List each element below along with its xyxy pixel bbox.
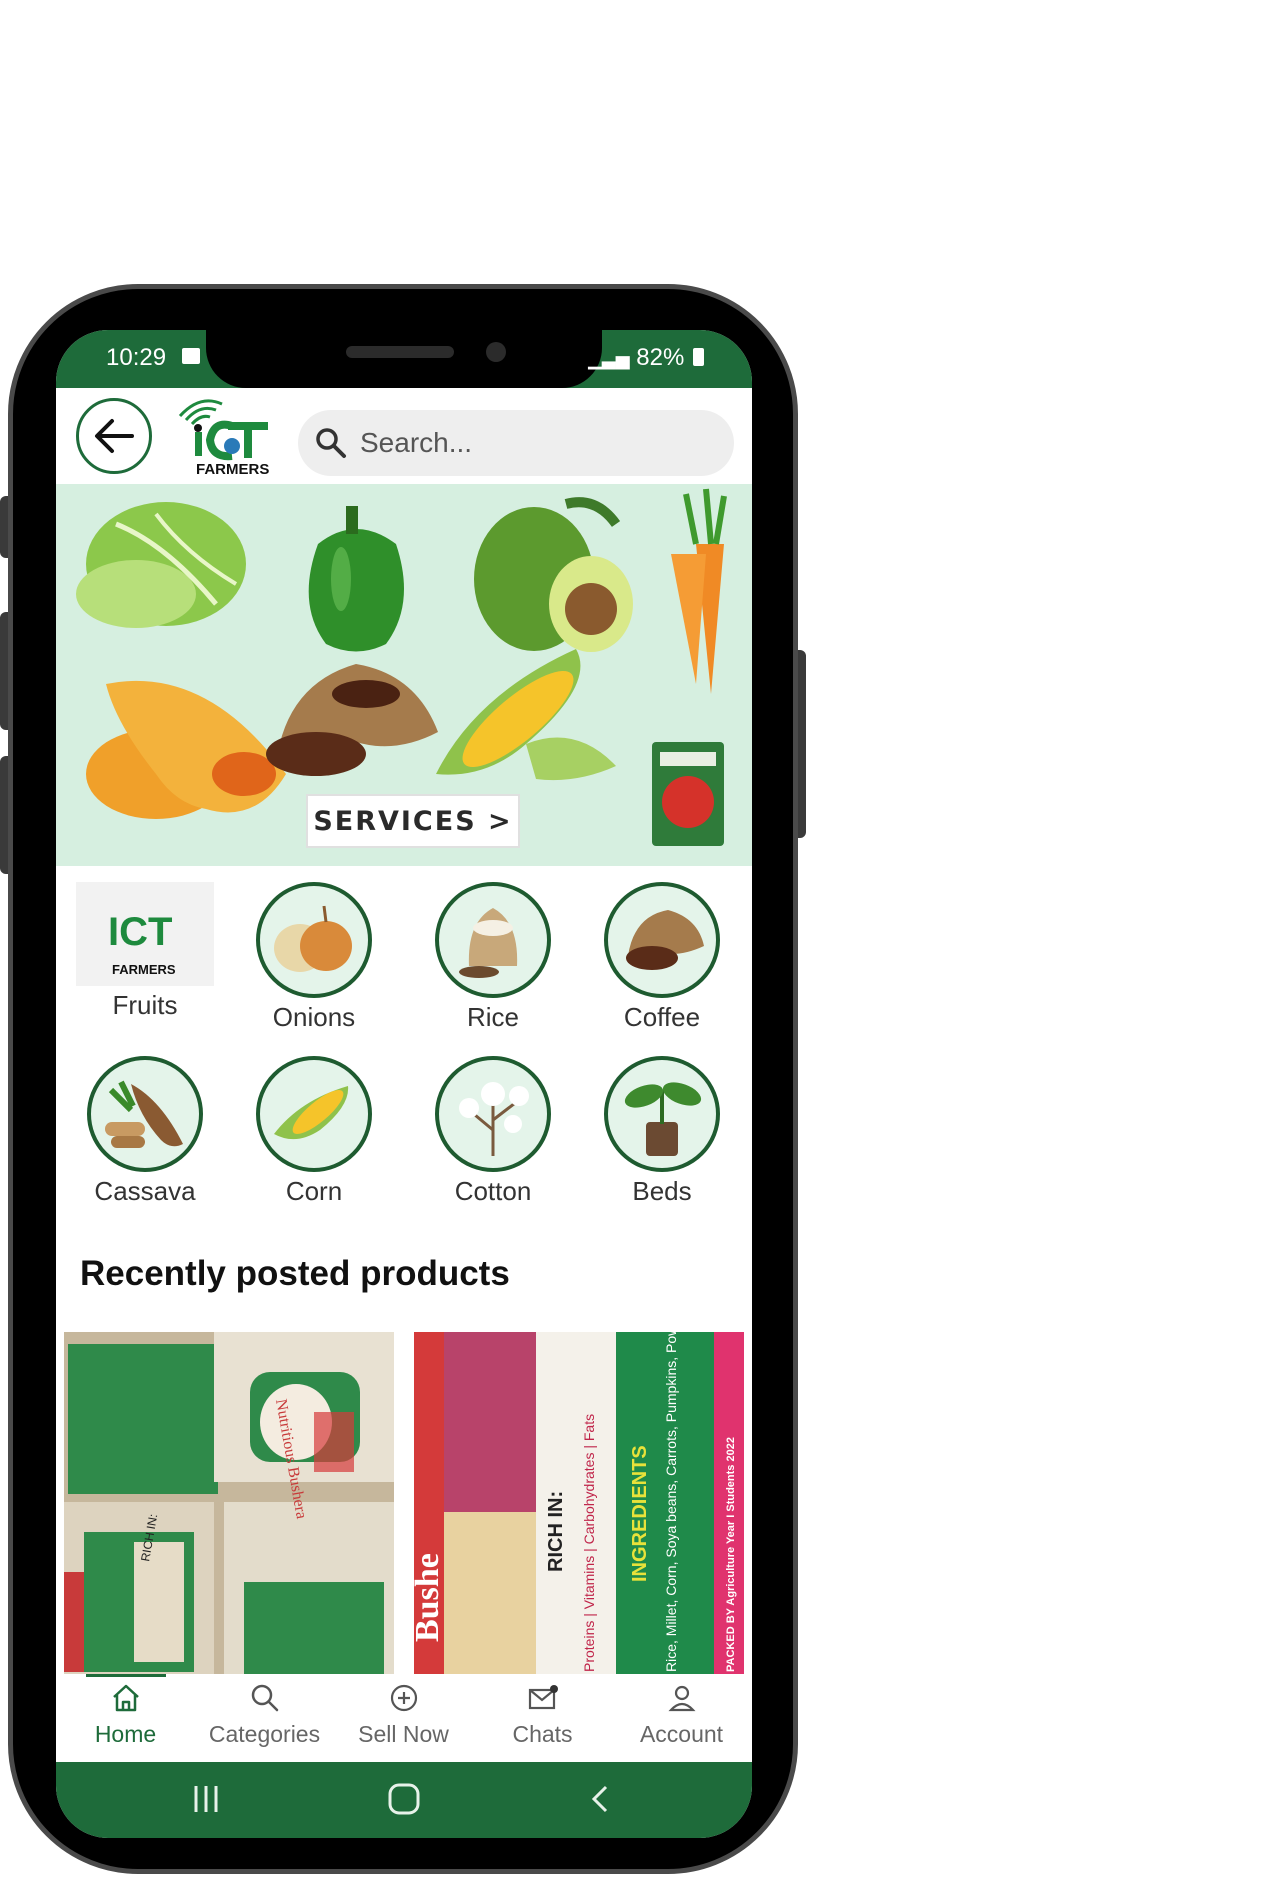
cassava-icon	[87, 1056, 203, 1172]
category-label: Beds	[632, 1176, 692, 1206]
nav-label: Categories	[208, 1721, 321, 1747]
cotton-icon	[435, 1056, 551, 1172]
product-2-ingredients-title: INGREDIENTS	[629, 1445, 651, 1582]
battery-percent: 82%	[636, 344, 685, 371]
gallery-notification-icon	[182, 348, 200, 364]
product-2-ingredients-text: Rice, Millet, Corn, Soya beans, Carrots,…	[663, 1332, 679, 1672]
rice-icon	[435, 882, 551, 998]
category-label: Rice	[466, 1002, 519, 1032]
app-header: FARMERS Search...	[56, 388, 752, 484]
nav-label: Sell Now	[358, 1721, 449, 1747]
mail-icon	[528, 1685, 558, 1710]
onions-illustration	[274, 905, 352, 972]
onions-icon	[256, 882, 372, 998]
nav-label: Account	[639, 1721, 724, 1747]
status-right: ▁▃▅ 82%	[588, 344, 704, 372]
category-label: Onions	[272, 1002, 356, 1032]
product-card[interactable]: Bushe RICH IN: Proteins | Vitamins | Car…	[414, 1332, 744, 1674]
nav-categories[interactable]: Categories	[195, 1682, 334, 1748]
category-label: Cotton	[454, 1176, 532, 1206]
seedling-bag-icon	[604, 1056, 720, 1172]
recent-products-heading: Recently posted products	[80, 1254, 510, 1293]
services-banner[interactable]: SERVICES >	[56, 484, 752, 866]
category-label: Fruits	[112, 990, 178, 1020]
search-icon	[251, 1684, 278, 1712]
product-2-packed-by-text: PACKED BY Agriculture Year I Students 20…	[725, 1437, 737, 1672]
app-screen: 10:29 ▁▃▅ 82% FARMERS Search... SERVICES…	[56, 330, 752, 1838]
category-label: Cassava	[94, 1176, 196, 1206]
logo-farmers-text: FARMERS	[196, 461, 269, 478]
category-cotton[interactable]: Cotton	[404, 1056, 582, 1207]
product-image: Bushe RICH IN: Proteins | Vitamins | Car…	[414, 1332, 744, 1674]
ict-farmers-logo: ICT FARMERS	[76, 882, 214, 986]
earpiece-speaker	[346, 346, 454, 358]
nav-chats[interactable]: Chats	[473, 1682, 612, 1748]
nav-sell-now[interactable]: Sell Now	[334, 1682, 473, 1748]
nav-home[interactable]: Home	[56, 1682, 195, 1748]
system-navigation-bar	[56, 1762, 752, 1838]
category-fruits-logo-subtext: FARMERS	[112, 962, 176, 977]
nav-label: Chats	[512, 1721, 573, 1747]
nav-account[interactable]: Account	[612, 1682, 751, 1748]
category-beds[interactable]: Beds	[573, 1056, 751, 1207]
category-fruits[interactable]: ICT FARMERS Fruits	[56, 882, 234, 1021]
cotton-illustration	[459, 1082, 529, 1156]
category-rice[interactable]: Rice	[404, 882, 582, 1033]
active-tab-indicator	[86, 1674, 166, 1677]
home-system-icon[interactable]	[387, 1782, 421, 1816]
home-icon	[112, 1684, 139, 1712]
product-2-nutrients-text: Proteins | Vitamins | Carbohydrates | Fa…	[581, 1414, 597, 1672]
coffee-icon	[604, 882, 720, 998]
category-label: Corn	[285, 1176, 343, 1206]
signal-icon: ▁▃▅	[588, 349, 630, 369]
search-icon	[316, 428, 346, 458]
corn-icon	[256, 1056, 372, 1172]
product-2-brand-text: Bushe	[414, 1553, 446, 1642]
camera-notch	[206, 330, 602, 388]
services-button[interactable]: SERVICES >	[306, 794, 520, 848]
nav-label: Home	[94, 1721, 157, 1747]
beds-illustration	[624, 1082, 702, 1156]
status-time: 10:29	[106, 344, 167, 371]
product-image: Nutritious Bushera RICH IN:	[64, 1332, 394, 1674]
rice-illustration	[459, 908, 518, 978]
cassava-illustration	[105, 1080, 183, 1148]
plus-circle-icon	[390, 1684, 417, 1712]
back-system-icon[interactable]	[586, 1784, 616, 1814]
search-bar[interactable]: Search...	[298, 410, 734, 476]
ict-farmers-logo[interactable]: FARMERS	[174, 390, 280, 478]
recent-apps-icon[interactable]	[191, 1784, 221, 1814]
coffee-illustration	[626, 910, 704, 970]
arrow-left-icon	[95, 419, 134, 453]
product-card[interactable]: Nutritious Bushera RICH IN:	[64, 1332, 394, 1674]
corn-illustration	[274, 1086, 349, 1140]
front-camera	[486, 342, 506, 362]
back-button[interactable]	[76, 398, 152, 474]
category-label: Coffee	[623, 1002, 701, 1032]
category-cassava[interactable]: Cassava	[56, 1056, 234, 1207]
user-icon	[667, 1685, 696, 1712]
status-bar: 10:29 ▁▃▅ 82%	[56, 330, 752, 388]
category-corn[interactable]: Corn	[225, 1056, 403, 1207]
battery-icon	[693, 348, 704, 366]
bottom-navigation: Home Categories Sell Now Chats Account	[56, 1674, 752, 1762]
category-coffee[interactable]: Coffee	[573, 882, 751, 1033]
search-placeholder: Search...	[360, 427, 473, 458]
category-onions[interactable]: Onions	[225, 882, 403, 1033]
category-fruits-logo-text: ICT	[108, 910, 173, 954]
product-2-rich-in-text: RICH IN:	[545, 1491, 567, 1572]
